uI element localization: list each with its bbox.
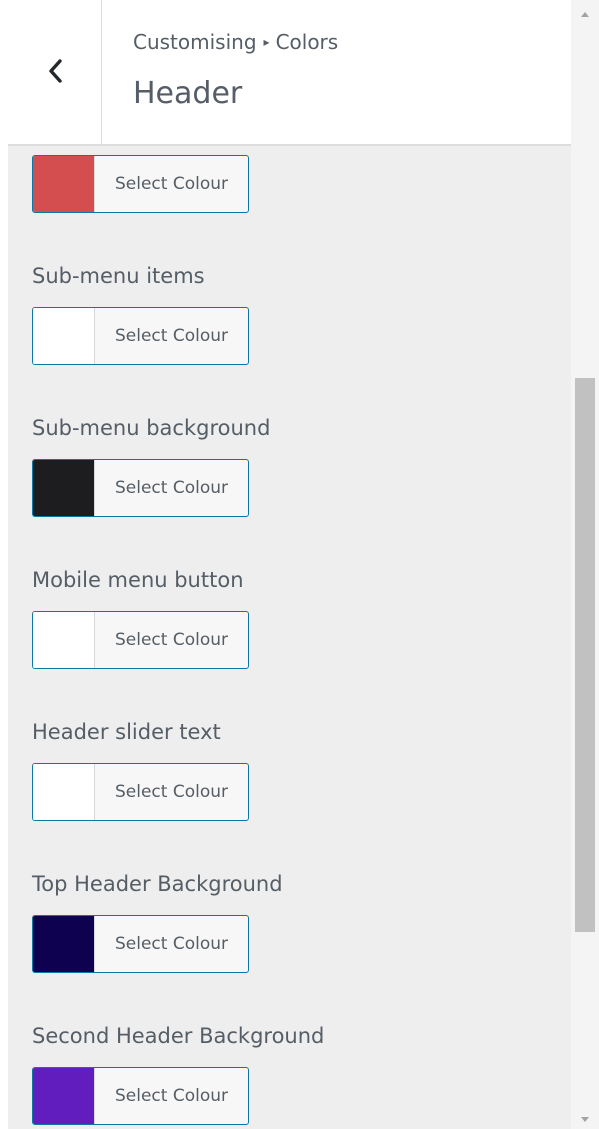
left-edge <box>0 0 8 1129</box>
color-control-sub-menu-background: Sub-menu background Select Colour <box>32 416 270 517</box>
scroll-up-arrow-icon[interactable] <box>578 8 592 22</box>
breadcrumb-parent: Customising <box>133 30 257 54</box>
select-colour-button[interactable]: Select Colour <box>32 763 249 821</box>
vertical-scrollbar[interactable] <box>571 0 599 1129</box>
color-control-top-header-background: Top Header Background Select Colour <box>32 872 283 973</box>
chevron-left-icon <box>49 59 62 83</box>
color-control-sub-menu-items: Sub-menu items Select Colour <box>32 264 249 365</box>
color-swatch <box>33 612 95 668</box>
select-colour-button[interactable]: Select Colour <box>32 611 249 669</box>
color-swatch <box>33 156 95 212</box>
select-colour-button[interactable]: Select Colour <box>32 307 249 365</box>
control-label: Mobile menu button <box>32 568 244 592</box>
color-swatch <box>33 460 95 516</box>
control-label: Second Header Background <box>32 1024 325 1048</box>
control-label: Sub-menu background <box>32 416 271 440</box>
customizer-panel: Customising ▸ Colors Header Select Colour … <box>8 0 571 1129</box>
color-control-accent: Select Colour <box>32 155 249 213</box>
control-label: Top Header Background <box>32 872 283 896</box>
select-colour-label: Select Colour <box>114 326 228 346</box>
color-control-mobile-menu-button: Mobile menu button Select Colour <box>32 568 249 669</box>
back-button[interactable] <box>8 0 102 144</box>
select-colour-button[interactable]: Select Colour <box>32 459 249 517</box>
select-colour-label: Select Colour <box>114 174 228 194</box>
color-swatch <box>33 764 95 820</box>
breadcrumb-current: Colors <box>275 30 339 54</box>
select-colour-label: Select Colour <box>114 478 228 498</box>
color-swatch <box>33 916 95 972</box>
scroll-down-arrow-icon[interactable] <box>578 1112 592 1126</box>
select-colour-button[interactable]: Select Colour <box>32 915 249 973</box>
scrollbar-thumb[interactable] <box>575 378 595 932</box>
color-control-second-header-background: Second Header Background Select Colour <box>32 1024 324 1125</box>
breadcrumb: Customising ▸ Colors <box>133 30 338 54</box>
control-label: Sub-menu items <box>32 264 205 288</box>
select-colour-label: Select Colour <box>114 782 228 802</box>
panel-header: Customising ▸ Colors Header <box>8 0 571 146</box>
select-colour-button[interactable]: Select Colour <box>32 1067 249 1125</box>
control-label: Header slider text <box>32 720 221 744</box>
breadcrumb-separator-icon: ▸ <box>263 35 270 49</box>
color-control-header-slider-text: Header slider text Select Colour <box>32 720 249 821</box>
select-colour-label: Select Colour <box>114 934 228 954</box>
select-colour-button[interactable]: Select Colour <box>32 155 249 213</box>
panel-title: Header <box>133 76 243 111</box>
select-colour-label: Select Colour <box>114 1086 228 1106</box>
color-swatch <box>33 1068 95 1124</box>
color-swatch <box>33 308 95 364</box>
select-colour-label: Select Colour <box>114 630 228 650</box>
